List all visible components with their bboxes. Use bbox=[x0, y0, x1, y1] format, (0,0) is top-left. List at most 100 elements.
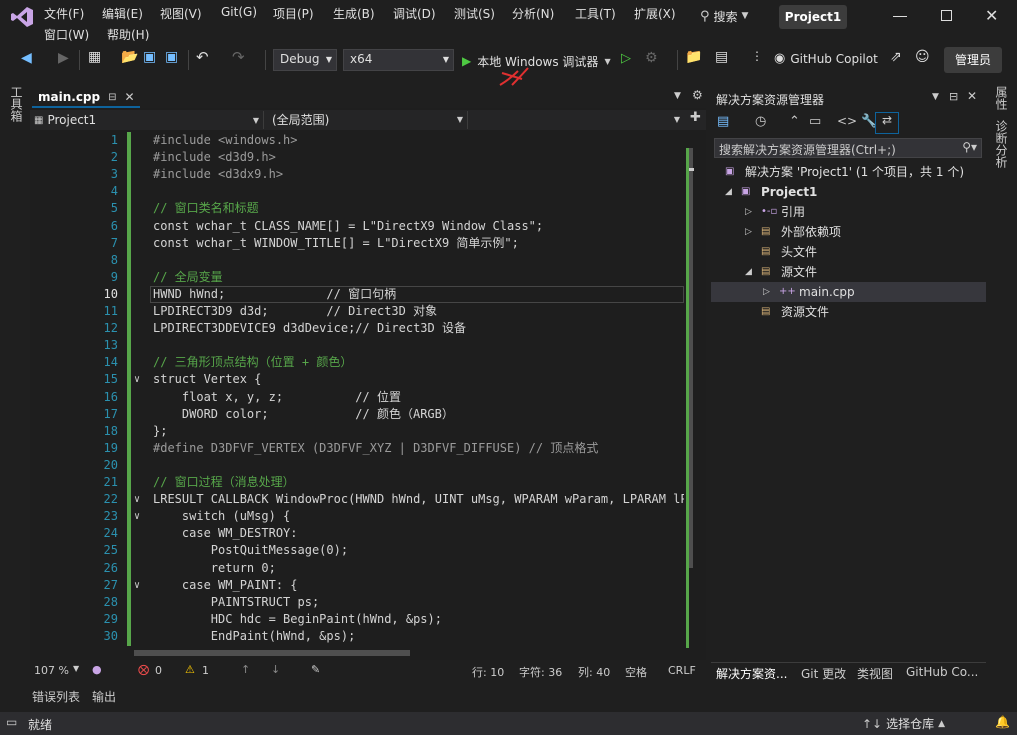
eol-indicator[interactable]: CRLF bbox=[668, 664, 696, 677]
warning-icon[interactable]: ⚠ bbox=[185, 663, 195, 676]
menu-help[interactable]: 帮助(H) bbox=[107, 26, 149, 43]
code-line[interactable]: 16 float x, y, z; // 位置 bbox=[30, 389, 684, 406]
close-icon[interactable]: ✕ bbox=[125, 90, 135, 104]
horizontal-scrollbar[interactable] bbox=[134, 650, 410, 656]
tab-error-list[interactable]: 错误列表 bbox=[32, 688, 80, 705]
tree-item-main-cpp[interactable]: ▷ ++ main.cpp bbox=[711, 282, 986, 302]
code-line[interactable]: 11 LPDIRECT3D9 d3d; // Direct3D 对象 bbox=[30, 303, 684, 320]
menu-build[interactable]: 生成(B) bbox=[333, 5, 375, 22]
code-line[interactable]: 19 #define D3DFVF_VERTEX (D3DFVF_XYZ | D3… bbox=[30, 440, 684, 457]
share-icon[interactable]: ⇗ bbox=[890, 49, 902, 65]
menu-debug[interactable]: 调试(D) bbox=[393, 5, 436, 22]
next-issue-icon[interactable]: ↓ bbox=[271, 663, 280, 676]
code-line[interactable]: 18}; bbox=[30, 423, 684, 440]
code-line[interactable]: 2 #include <d3d9.h> bbox=[30, 149, 684, 166]
code-line[interactable]: 7 const wchar_t WINDOW_TITLE[] = L"Direct… bbox=[30, 235, 684, 252]
pin-icon[interactable]: ⊟ bbox=[108, 92, 116, 103]
code-view-icon[interactable]: <> bbox=[837, 114, 857, 128]
save-icon[interactable]: ▣ bbox=[143, 49, 156, 65]
code-line[interactable]: 3 #include <d3dx9.h> bbox=[30, 166, 684, 183]
project-dropdown[interactable]: ▦ Project1 ▼ bbox=[34, 111, 264, 129]
code-line[interactable]: 30 EndPaint(hWnd, &ps); bbox=[30, 628, 684, 645]
expand-arrow-icon[interactable]: ▷ bbox=[745, 222, 752, 242]
tab-dropdown-icon[interactable]: ▼ bbox=[674, 91, 681, 101]
split-editor-icon[interactable]: ✚ bbox=[690, 110, 701, 125]
tree-item-references[interactable]: ▷ •-▫ 引用 bbox=[711, 202, 986, 222]
code-line[interactable]: 4 bbox=[30, 183, 684, 200]
code-line[interactable]: 9 // 全局变量 bbox=[30, 269, 684, 286]
fold-toggle-icon[interactable]: ∨ bbox=[134, 577, 140, 594]
fold-toggle-icon[interactable]: ∨ bbox=[134, 508, 140, 525]
folder-view-icon[interactable]: 📁 bbox=[685, 49, 702, 65]
open-folder-icon[interactable]: 📂 bbox=[121, 49, 138, 65]
hot-reload-icon[interactable]: ⚙ bbox=[645, 50, 658, 66]
collapse-all-icon[interactable]: ⌃ bbox=[789, 114, 800, 129]
window-layout-icon[interactable]: ▤ bbox=[715, 49, 728, 65]
tree-item-source-files[interactable]: ◢ ▤ 源文件 bbox=[711, 262, 986, 282]
back-icon[interactable]: ◀ bbox=[21, 50, 32, 66]
toolbox-tab[interactable]: 工具箱 bbox=[8, 86, 25, 122]
pin-icon[interactable]: ⊟ bbox=[949, 90, 958, 103]
code-line[interactable]: 20 bbox=[30, 457, 684, 474]
toolbar-overflow-icon[interactable]: ⋮ bbox=[751, 49, 763, 63]
editor-settings-icon[interactable]: ⚙ bbox=[692, 88, 703, 102]
menu-project[interactable]: 项目(P) bbox=[273, 5, 314, 22]
code-line[interactable]: 26 return 0; bbox=[30, 560, 684, 577]
minimize-button[interactable] bbox=[893, 8, 907, 22]
fold-toggle-icon[interactable]: ∨ bbox=[134, 371, 140, 388]
tree-item-resource-files[interactable]: ▤ 资源文件 bbox=[711, 302, 986, 322]
notifications-icon[interactable]: 🔔 bbox=[995, 715, 1010, 729]
search-box[interactable]: ⚲ 搜索 ▼ bbox=[700, 5, 770, 27]
expand-arrow-icon[interactable]: ▷ bbox=[763, 282, 770, 302]
menu-extensions[interactable]: 扩展(X) bbox=[634, 5, 676, 22]
tree-item-solution[interactable]: ▣ 解决方案 'Project1' (1 个项目，共 1 个) bbox=[711, 162, 986, 182]
show-all-files-icon[interactable]: ▭ bbox=[809, 114, 821, 129]
indent-indicator[interactable]: 空格 bbox=[625, 664, 647, 680]
tab-class-view[interactable]: 类视图 bbox=[857, 665, 893, 682]
platform-dropdown[interactable]: x64 ▼ bbox=[343, 49, 454, 71]
menu-test[interactable]: 测试(S) bbox=[454, 5, 495, 22]
code-line[interactable]: 22 ∨ LRESULT CALLBACK WindowProc(HWND hWnd… bbox=[30, 491, 684, 508]
code-line[interactable]: 14 // 三角形顶点结构（位置 + 颜色） bbox=[30, 354, 684, 371]
menu-git[interactable]: Git(G) bbox=[221, 5, 257, 19]
admin-badge[interactable]: 管理员 bbox=[944, 47, 1002, 73]
menu-file[interactable]: 文件(F) bbox=[44, 5, 84, 22]
code-line[interactable]: 28 PAINTSTRUCT ps; bbox=[30, 594, 684, 611]
code-area[interactable]: 1 #include <windows.h> 2 #include <d3d9.h> 3… bbox=[30, 132, 684, 646]
select-repo-button[interactable]: ↑↓ 选择仓库 ▲ bbox=[862, 715, 945, 732]
code-line[interactable]: 17 DWORD color; // 颜色（ARGB） bbox=[30, 406, 684, 423]
close-button[interactable]: ✕ bbox=[985, 6, 998, 25]
close-icon[interactable]: ✕ bbox=[967, 89, 977, 103]
tab-git-changes[interactable]: Git 更改 bbox=[801, 665, 846, 682]
preview-selected-button[interactable]: ⇄ bbox=[875, 112, 899, 134]
menu-analyze[interactable]: 分析(N) bbox=[512, 5, 554, 22]
code-line[interactable]: 15 ∨ struct Vertex { bbox=[30, 371, 684, 388]
code-line[interactable]: 13 bbox=[30, 337, 684, 354]
feedback-icon[interactable]: ☺ bbox=[915, 49, 930, 65]
code-line[interactable]: 29 HDC hdc = BeginPaint(hWnd, &ps); bbox=[30, 611, 684, 628]
forward-icon[interactable]: ▶ bbox=[58, 50, 69, 66]
tab-github-copilot[interactable]: GitHub Co... bbox=[906, 665, 978, 679]
code-line[interactable]: 8 bbox=[30, 252, 684, 269]
tab-solution-explorer[interactable]: 解决方案资... bbox=[716, 665, 787, 682]
fold-toggle-icon[interactable]: ∨ bbox=[134, 491, 140, 508]
diagnostics-tab[interactable]: 诊断分析 bbox=[993, 120, 1010, 168]
menu-tools[interactable]: 工具(T) bbox=[575, 5, 616, 22]
menu-edit[interactable]: 编辑(E) bbox=[102, 5, 143, 22]
save-all-icon[interactable]: ▣ bbox=[165, 49, 178, 65]
undo-icon[interactable]: ↶ bbox=[196, 48, 209, 66]
vs-logo-icon[interactable] bbox=[10, 6, 34, 28]
tree-item-project[interactable]: ◢ ▣ Project1 bbox=[711, 182, 986, 202]
start-without-debug-icon[interactable]: ▷ bbox=[621, 51, 631, 66]
code-line[interactable]: 25 PostQuitMessage(0); bbox=[30, 542, 684, 559]
config-dropdown[interactable]: Debug ▼ bbox=[273, 49, 337, 71]
menu-view[interactable]: 视图(V) bbox=[160, 5, 202, 22]
expand-arrow-icon[interactable]: ◢ bbox=[725, 182, 732, 202]
solution-search-box[interactable]: 搜索解决方案资源管理器(Ctrl+;) ⚲▾ bbox=[714, 138, 982, 158]
code-line[interactable]: 6 const wchar_t CLASS_NAME[] = L"DirectX9… bbox=[30, 218, 684, 235]
code-line[interactable]: 5 // 窗口类名和标题 bbox=[30, 200, 684, 217]
switch-views-icon[interactable]: ▤ bbox=[717, 114, 729, 129]
editor-tab-main-cpp[interactable]: main.cpp ⊟ ✕ bbox=[32, 88, 140, 108]
copilot-button[interactable]: ◉ GitHub Copilot bbox=[774, 51, 878, 66]
member-dropdown[interactable]: ▼ bbox=[472, 111, 684, 129]
